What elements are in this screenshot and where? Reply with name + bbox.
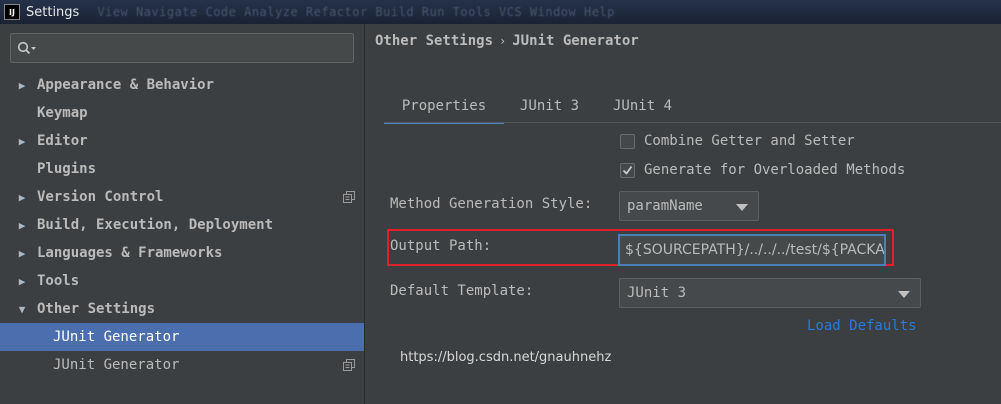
collapse-arrow-icon[interactable]: ▼ — [16, 303, 28, 316]
sidebar-item-label: Languages & Frameworks — [37, 245, 223, 261]
sidebar-item-label: Editor — [37, 133, 88, 149]
sidebar-item-build-execution-deployment[interactable]: ▶ Build, Execution, Deployment — [0, 211, 364, 239]
chevron-down-icon — [898, 291, 910, 298]
select-value: JUnit 3 — [627, 285, 687, 301]
breadcrumb-parent[interactable]: Other Settings — [375, 33, 493, 49]
generate-overloaded-checkbox[interactable] — [620, 162, 635, 178]
sidebar-item-label: JUnit Generator — [53, 357, 180, 373]
output-path-label: Output Path: — [390, 238, 492, 254]
method-generation-style-label: Method Generation Style: — [390, 196, 593, 212]
chevron-down-icon — [736, 204, 748, 211]
sidebar-item-junit-generator-selected[interactable]: JUnit Generator — [0, 323, 364, 351]
tab-divider — [384, 122, 1001, 123]
sidebar-item-label: Keymap — [37, 105, 88, 121]
sidebar-item-editor[interactable]: ▶ Editor — [0, 127, 364, 155]
intellij-app-icon: IJ — [4, 4, 20, 20]
expand-arrow-icon[interactable]: ▶ — [16, 79, 28, 92]
generate-overloaded-option[interactable]: Generate for Overloaded Methods — [620, 159, 905, 181]
checkmark-icon — [622, 165, 633, 175]
sidebar-item-tools[interactable]: ▶ Tools — [0, 267, 364, 295]
expand-arrow-icon[interactable]: ▶ — [16, 247, 28, 260]
title-bar: IJ Settings View Navigate Code Analyze R… — [0, 0, 1001, 24]
method-generation-style-select[interactable]: paramName — [619, 191, 759, 221]
sidebar-item-junit-generator[interactable]: JUnit Generator — [0, 351, 364, 379]
watermark-text: https://blog.csdn.net/gnauhnehz — [400, 350, 612, 365]
breadcrumb-separator: › — [499, 34, 507, 48]
output-path-input[interactable]: ${SOURCEPATH}/../../../test/${PACKAGE}/$… — [618, 234, 886, 266]
tab-properties[interactable]: Properties — [384, 90, 504, 124]
expand-arrow-icon[interactable]: ▶ — [16, 275, 28, 288]
sidebar-item-label: Tools — [37, 273, 80, 289]
sidebar-item-appearance-behavior[interactable]: ▶ Appearance & Behavior — [0, 71, 364, 99]
tab-junit-3[interactable]: JUnit 3 — [520, 90, 579, 122]
combine-getter-setter-checkbox[interactable] — [620, 133, 635, 149]
settings-content: Other Settings › JUnit Generator Propertie… — [365, 24, 1001, 404]
sidebar-item-version-control[interactable]: ▶ Version Control — [0, 183, 364, 211]
project-settings-copy-icon — [343, 359, 355, 371]
search-icon[interactable] — [17, 41, 37, 55]
sidebar-item-label: Build, Execution, Deployment — [37, 217, 274, 233]
checkbox-label: Combine Getter and Setter — [644, 133, 855, 149]
breadcrumb-current: JUnit Generator — [512, 33, 639, 49]
expand-arrow-icon[interactable]: ▶ — [16, 219, 28, 232]
default-template-label: Default Template: — [390, 283, 534, 299]
sidebar-item-label: JUnit Generator — [53, 329, 180, 345]
default-template-select[interactable]: JUnit 3 — [619, 278, 921, 308]
sidebar-item-label: Appearance & Behavior — [37, 77, 215, 93]
expand-arrow-icon[interactable]: ▶ — [16, 191, 28, 204]
breadcrumb: Other Settings › JUnit Generator — [375, 33, 639, 49]
expand-arrow-icon[interactable]: ▶ — [16, 135, 28, 148]
window-title: Settings — [26, 4, 80, 20]
sidebar-item-label: Plugins — [37, 161, 97, 177]
background-menu-bar: View Navigate Code Analyze Refactor Buil… — [97, 5, 615, 19]
settings-sidebar: ▶ Appearance & Behavior Keymap ▶ Editor … — [0, 24, 365, 404]
sidebar-item-other-settings[interactable]: ▼ Other Settings — [0, 295, 364, 323]
sidebar-item-keymap[interactable]: Keymap — [0, 99, 364, 127]
checkbox-label: Generate for Overloaded Methods — [644, 162, 906, 178]
combine-getter-setter-option[interactable]: Combine Getter and Setter — [620, 130, 855, 152]
sidebar-item-plugins[interactable]: Plugins — [0, 155, 364, 183]
tab-junit-4[interactable]: JUnit 4 — [613, 90, 672, 122]
search-field[interactable] — [10, 33, 354, 63]
select-value: paramName — [627, 198, 703, 214]
settings-tree: ▶ Appearance & Behavior Keymap ▶ Editor … — [0, 71, 364, 379]
project-settings-copy-icon — [343, 191, 355, 203]
sidebar-item-languages-frameworks[interactable]: ▶ Languages & Frameworks — [0, 239, 364, 267]
load-defaults-link[interactable]: Load Defaults — [807, 318, 917, 334]
sidebar-item-label: Version Control — [37, 189, 164, 205]
sidebar-item-label: Other Settings — [37, 301, 156, 317]
